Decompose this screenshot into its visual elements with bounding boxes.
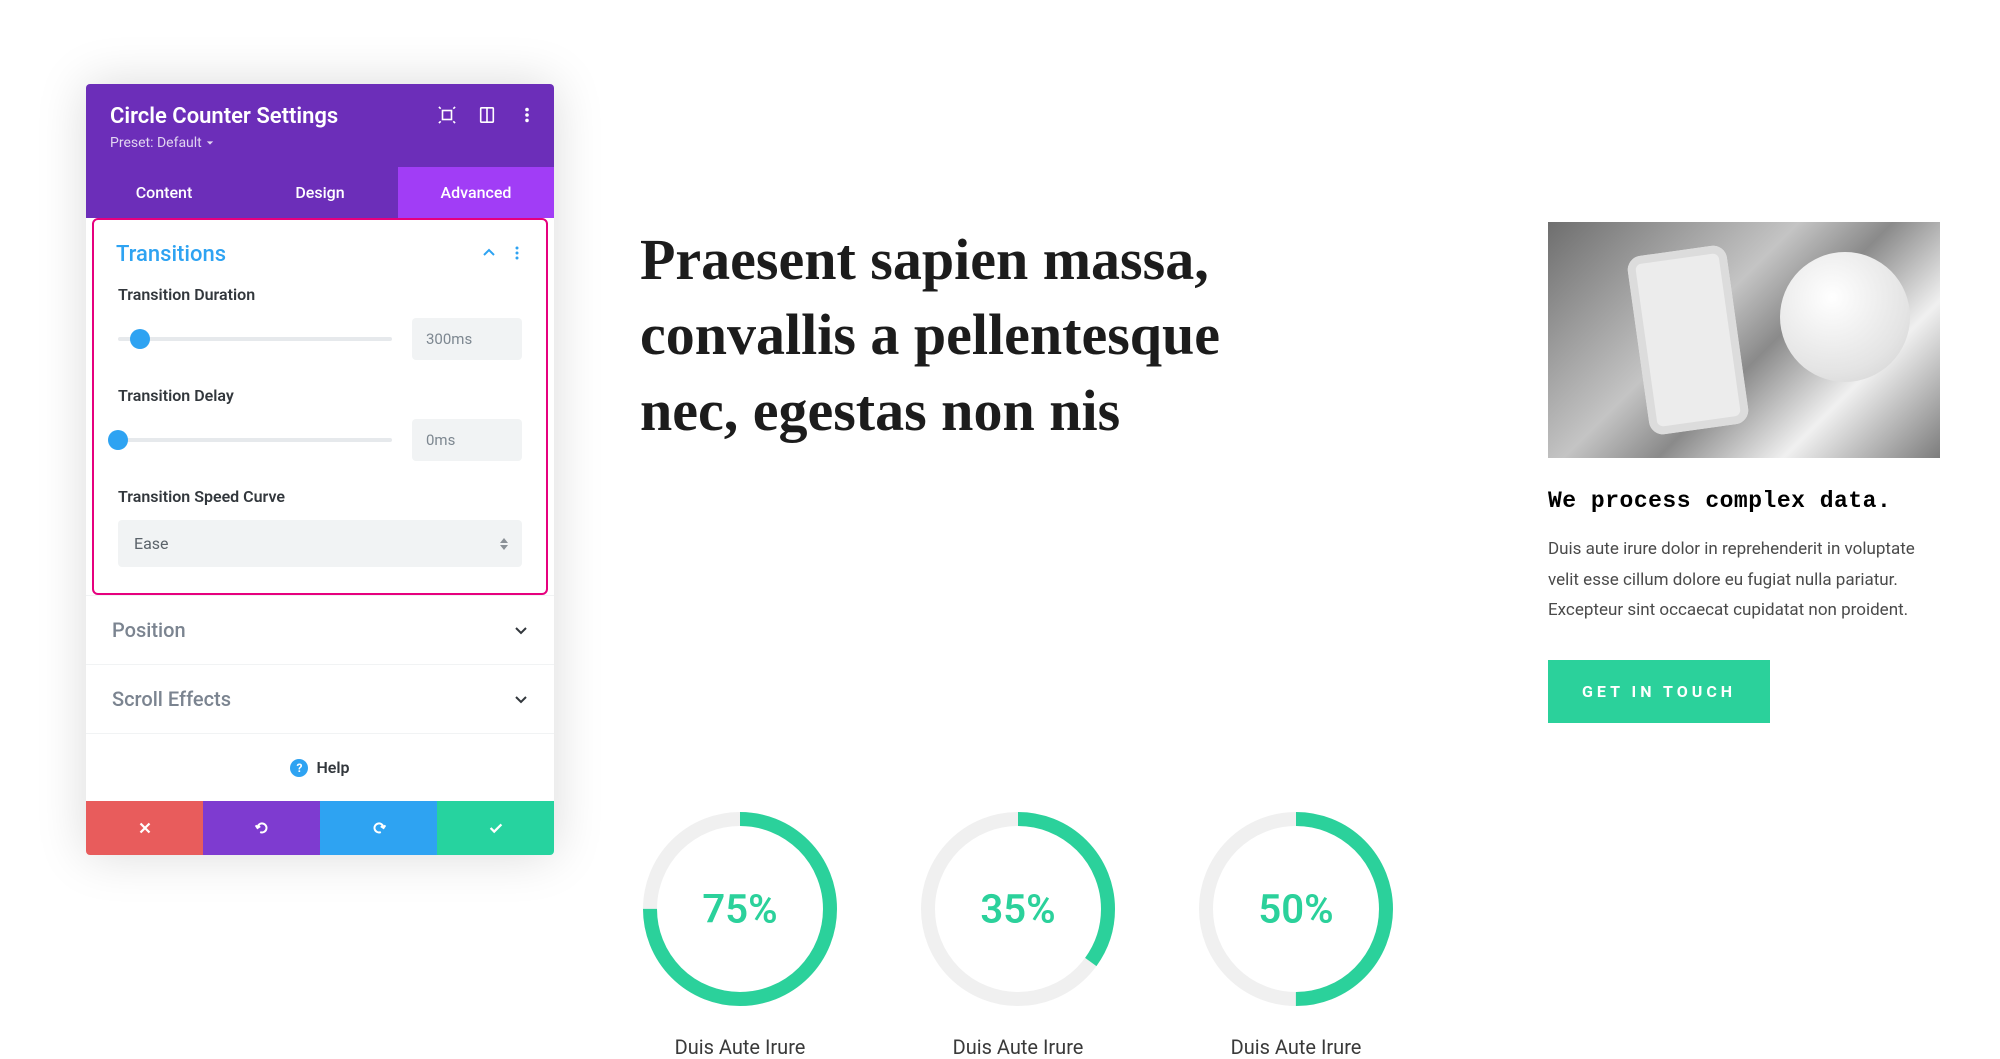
duration-slider-thumb[interactable] [130, 329, 150, 349]
hero-heading: Praesent sapien massa, convallis a pelle… [640, 222, 1488, 723]
help-icon: ? [290, 759, 308, 777]
circle-counter-1: 75% Duis Aute Irure [640, 809, 840, 1059]
delay-input[interactable]: 0ms [412, 419, 522, 461]
tab-content[interactable]: Content [86, 167, 242, 218]
transition-speed-curve-control: Transition Speed Curve Ease [94, 487, 546, 593]
transition-duration-control: Transition Duration 300ms [94, 285, 546, 386]
undo-icon [253, 819, 271, 837]
position-label: Position [112, 618, 186, 642]
preset-label: Preset: Default [110, 135, 202, 151]
help-label: Help [316, 758, 349, 777]
save-button[interactable] [437, 801, 554, 855]
settings-tabs: Content Design Advanced [86, 167, 554, 218]
preset-selector[interactable]: Preset: Default [110, 135, 214, 151]
circle-counters-row: 75% Duis Aute Irure 35% Duis Aute Irure … [640, 809, 1940, 1059]
close-icon [136, 819, 154, 837]
circle-counter-3: 50% Duis Aute Irure [1196, 809, 1396, 1059]
kebab-menu-icon[interactable] [518, 106, 536, 124]
delay-label: Transition Delay [118, 386, 522, 405]
delay-slider-thumb[interactable] [108, 430, 128, 450]
undo-button[interactable] [203, 801, 320, 855]
hero-line-3: nec, egestas non nis [640, 373, 1488, 448]
expand-icon[interactable] [438, 106, 456, 124]
check-icon [487, 819, 505, 837]
tab-advanced[interactable]: Advanced [398, 167, 554, 218]
redo-button[interactable] [320, 801, 437, 855]
responsive-icon[interactable] [478, 106, 496, 124]
select-arrows-icon [500, 538, 508, 550]
sidebar-image [1548, 222, 1940, 458]
speed-curve-select[interactable]: Ease [118, 520, 522, 567]
speed-curve-value: Ease [134, 534, 169, 553]
circle-value-2: 35% [980, 885, 1055, 932]
sidebar-text: Duis aute irure dolor in reprehenderit i… [1548, 534, 1940, 626]
position-section-toggle[interactable]: Position [86, 595, 554, 664]
hero-line-2: convallis a pellentesque [640, 297, 1488, 372]
transition-delay-control: Transition Delay 0ms [94, 386, 546, 487]
scroll-effects-section-toggle[interactable]: Scroll Effects [86, 664, 554, 733]
chevron-down-icon [514, 623, 528, 637]
delay-slider[interactable] [118, 438, 392, 442]
circle-counter-2: 35% Duis Aute Irure [918, 809, 1118, 1059]
circle-value-3: 50% [1258, 885, 1333, 932]
transitions-title: Transitions [116, 242, 226, 267]
close-button[interactable] [86, 801, 203, 855]
scroll-effects-label: Scroll Effects [112, 687, 231, 711]
page-preview: Praesent sapien massa, convallis a pelle… [640, 222, 1940, 1059]
settings-panel: Circle Counter Settings Preset: Default … [86, 84, 554, 855]
chevron-down-icon [206, 139, 214, 147]
sidebar-column: We process complex data. Duis aute irure… [1548, 222, 1940, 723]
redo-icon [370, 819, 388, 837]
help-button[interactable]: ? Help [86, 733, 554, 801]
duration-label: Transition Duration [118, 285, 522, 304]
hero-line-1: Praesent sapien massa, [640, 222, 1488, 297]
circle-value-1: 75% [702, 885, 777, 932]
panel-header: Circle Counter Settings Preset: Default [86, 84, 554, 167]
circle-caption-1: Duis Aute Irure [640, 1035, 840, 1059]
duration-slider[interactable] [118, 337, 392, 341]
tab-design[interactable]: Design [242, 167, 398, 218]
duration-input[interactable]: 300ms [412, 318, 522, 360]
cta-button[interactable]: GET IN TOUCH [1548, 660, 1770, 723]
speed-curve-label: Transition Speed Curve [118, 487, 522, 506]
panel-footer [86, 801, 554, 855]
collapse-icon[interactable] [482, 245, 496, 264]
circle-caption-2: Duis Aute Irure [918, 1035, 1118, 1059]
chevron-down-icon [514, 692, 528, 706]
circle-caption-3: Duis Aute Irure [1196, 1035, 1396, 1059]
transitions-section: Transitions Transition Duration 300 [92, 218, 548, 595]
section-options-icon[interactable] [510, 245, 524, 264]
sidebar-title: We process complex data. [1548, 488, 1940, 514]
